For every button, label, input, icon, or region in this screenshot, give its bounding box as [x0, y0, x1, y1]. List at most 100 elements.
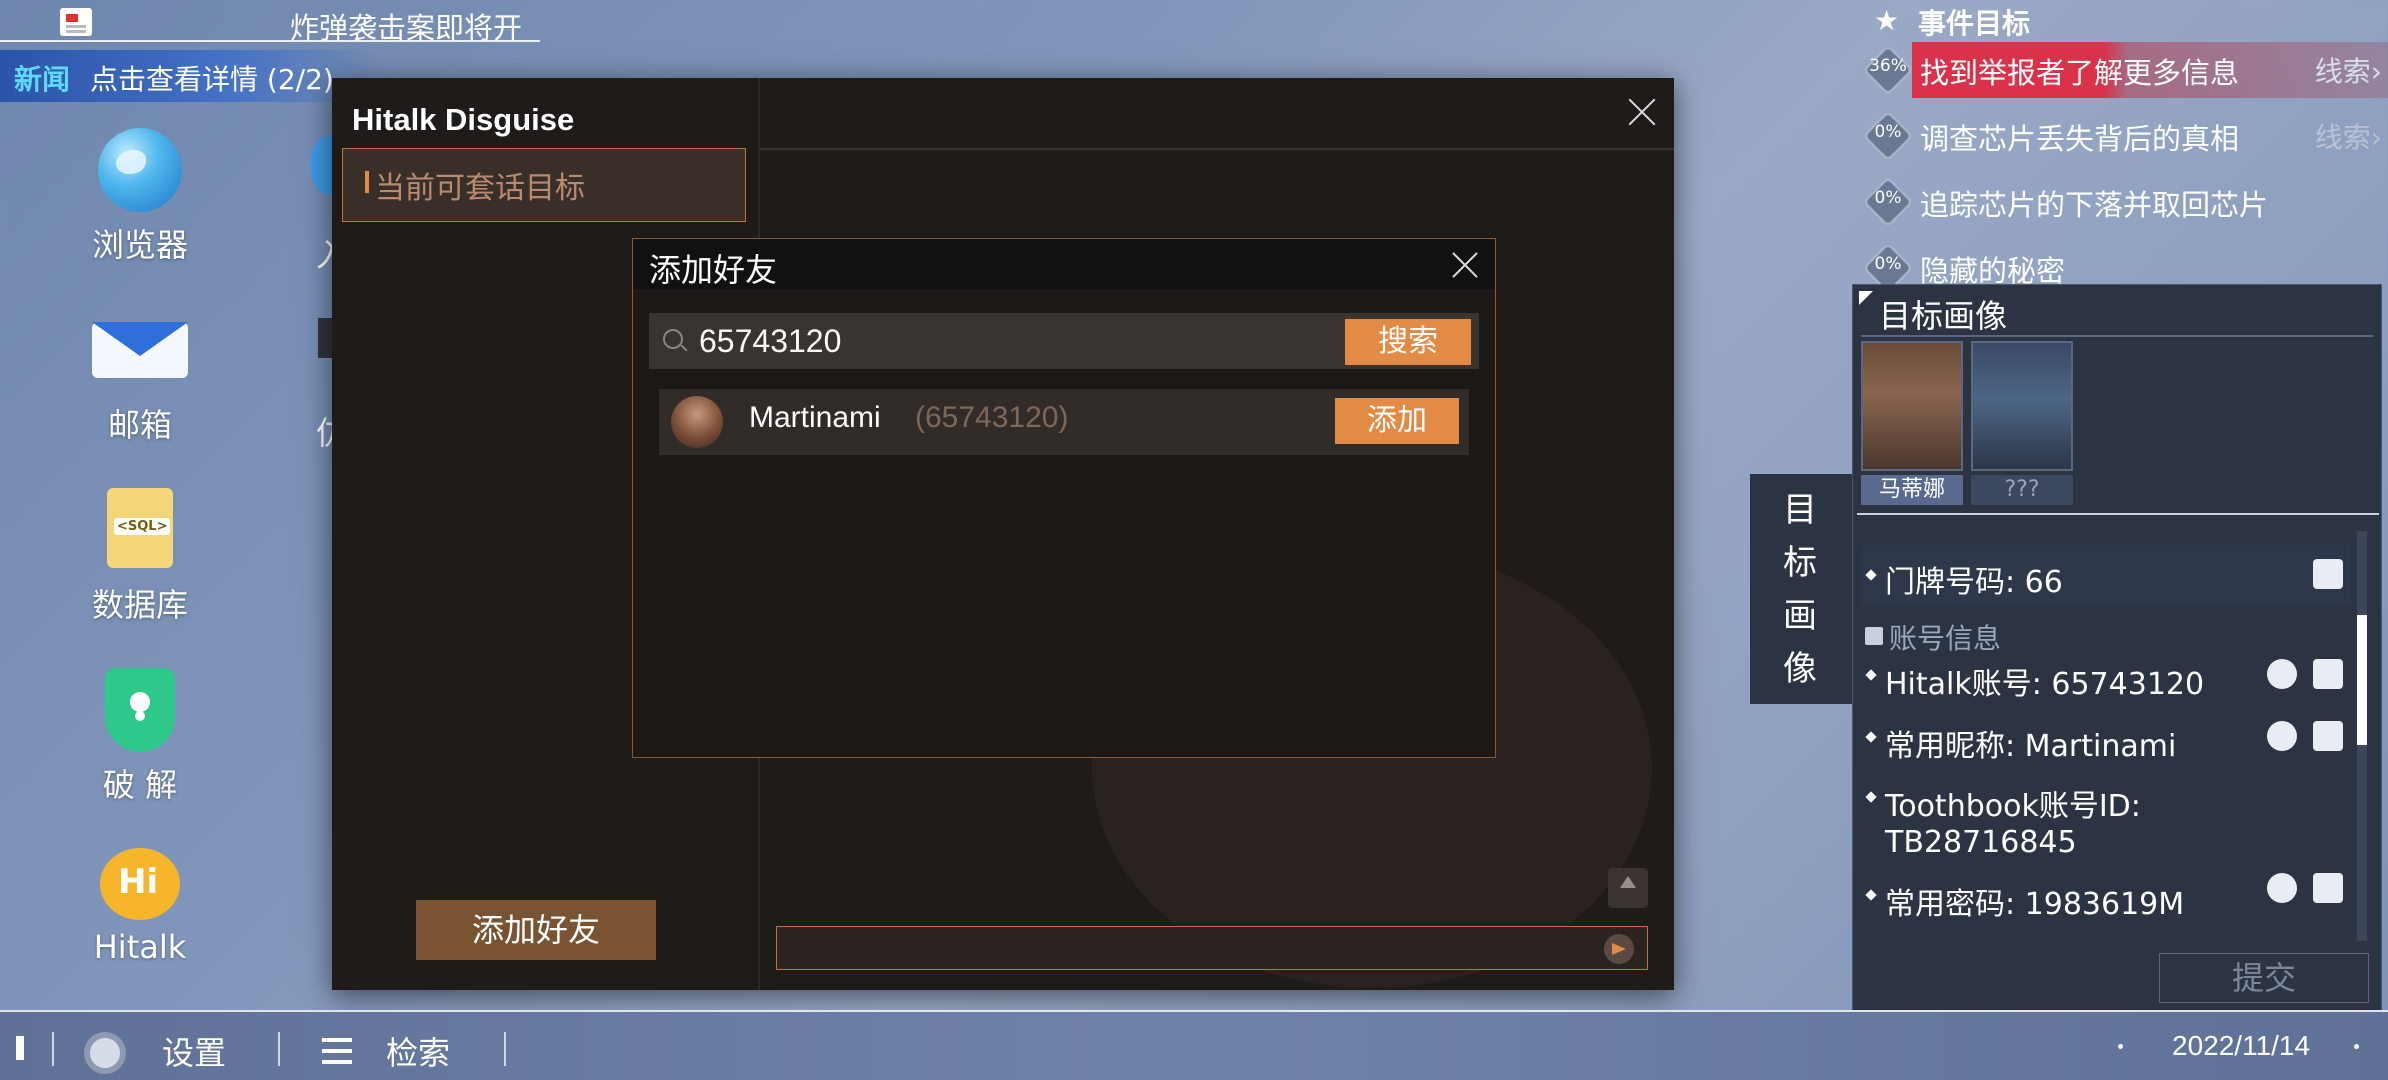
- info-text: TB28716845: [1885, 825, 2077, 860]
- section-title: 账号信息: [1889, 622, 2002, 655]
- search-result-row: Martinami (65743120) 添加: [659, 389, 1469, 455]
- taskbar: 设置 检索 2022/11/14: [0, 1010, 2388, 1080]
- corner-marker-icon: [1859, 291, 1873, 305]
- info-row-door: 门牌号码: 66: [1861, 545, 2351, 605]
- portrait-label: ???: [1971, 475, 2073, 505]
- divider: [1857, 513, 2379, 515]
- window-title: Hitalk Disguise: [352, 102, 575, 137]
- search-button[interactable]: 搜索: [1345, 319, 1471, 365]
- side-tab-label: 目标画像: [1783, 490, 1817, 689]
- desktop-icon-hitalk[interactable]: Hitalk: [60, 848, 220, 966]
- goal-item[interactable]: 36% 找到举报者了解更多信息 线索›: [1858, 40, 2388, 100]
- tab-label: 当前可套话目标: [375, 171, 585, 206]
- chat-icon[interactable]: [2267, 873, 2297, 903]
- shield-icon[interactable]: [2313, 721, 2343, 751]
- profile-side-tab[interactable]: 目标画像: [1750, 474, 1852, 704]
- shield-key-icon: [105, 668, 175, 752]
- goal-item[interactable]: 0% 隐藏的秘密: [1858, 238, 2388, 294]
- checkbox-icon: [1865, 627, 1883, 645]
- add-friend-button[interactable]: 添加好友: [416, 900, 656, 960]
- scrollbar-thumb[interactable]: [2357, 615, 2367, 745]
- scroll-top-icon[interactable]: [1608, 868, 1648, 908]
- clue-link[interactable]: 线索›: [2315, 50, 2382, 90]
- panel-title: 目标画像: [1879, 297, 2008, 335]
- close-icon[interactable]: [1620, 90, 1664, 134]
- tab-indicator: [365, 171, 369, 193]
- globe-icon[interactable]: [2267, 659, 2297, 689]
- search-icon: [663, 329, 683, 349]
- mail-icon: [92, 322, 188, 378]
- taskbar-settings[interactable]: 设置: [162, 1028, 226, 1074]
- goal-progress: 0%: [1874, 122, 1902, 142]
- add-contact-button[interactable]: 添加: [1335, 398, 1459, 444]
- start-indicator[interactable]: [16, 1036, 24, 1060]
- shield-icon[interactable]: [2313, 559, 2343, 589]
- document-icon[interactable]: [2313, 659, 2343, 689]
- info-row-password: 常用密码: 1983619M: [1861, 873, 2351, 935]
- goal-progress: 36%: [1869, 56, 1907, 76]
- goal-label: 找到举报者了解更多信息: [1920, 56, 2240, 90]
- news-app-icon[interactable]: [60, 8, 92, 36]
- info-row-toothbook: Toothbook账号ID: TB28716845: [1861, 781, 2351, 877]
- bullet-icon: [1865, 569, 1877, 581]
- info-text: 门牌号码: 66: [1885, 565, 2063, 600]
- globe-icon: [98, 128, 182, 212]
- divider: [52, 1032, 54, 1066]
- desktop-icon-browser[interactable]: 浏览器: [60, 128, 220, 266]
- portrait-unknown[interactable]: [1971, 341, 2073, 471]
- info-text: 常用密码: 1983619M: [1885, 887, 2185, 922]
- divider: [278, 1032, 280, 1066]
- search-input[interactable]: [699, 317, 1259, 365]
- goal-item[interactable]: 0% 追踪芯片的下落并取回芯片: [1858, 172, 2388, 232]
- clue-link[interactable]: 线索›: [2315, 116, 2382, 156]
- ticker-headline[interactable]: 炸弹袭击案即将开: [290, 5, 530, 47]
- info-section-header: 账号信息: [1861, 617, 2351, 657]
- send-icon[interactable]: [1604, 934, 1634, 964]
- dot-icon: [2354, 1044, 2359, 1049]
- news-details-link[interactable]: 点击查看详情 (2/2): [90, 58, 340, 98]
- mail-icon[interactable]: [2313, 873, 2343, 903]
- goals-title: 事件目标: [1918, 7, 2031, 40]
- info-text: 常用昵称: Martinami: [1885, 729, 2177, 764]
- dot-icon: [2118, 1044, 2123, 1049]
- taskbar-search[interactable]: 检索: [386, 1028, 450, 1074]
- dialog-header: 添加好友: [633, 239, 1495, 289]
- result-name: Martinami: [749, 401, 881, 434]
- hitalk-icon: [100, 848, 180, 920]
- divider: [760, 148, 1674, 150]
- globe-icon[interactable]: [2267, 721, 2297, 751]
- desktop-icon-label: 数据库: [91, 586, 188, 624]
- info-text: Toothbook账号ID:: [1885, 789, 2141, 824]
- portrait-martina[interactable]: [1861, 341, 1963, 471]
- bullet-icon: [1865, 731, 1877, 743]
- chat-input[interactable]: [776, 926, 1648, 970]
- goal-item[interactable]: 0% 调查芯片丢失背后的真相 线索›: [1858, 106, 2388, 166]
- dialog-title: 添加好友: [649, 251, 778, 289]
- news-tag: 新闻: [14, 63, 71, 96]
- list-search-icon[interactable]: [310, 1034, 354, 1068]
- submit-button[interactable]: 提交: [2159, 953, 2369, 1003]
- gear-icon[interactable]: [84, 1032, 126, 1074]
- desktop-icon-crack[interactable]: 破 解: [60, 668, 220, 806]
- target-profile-panel: 目标画像 马蒂娜 ??? 门牌号码: 66 账号信息 Hitalk账号: 657…: [1852, 284, 2382, 1014]
- divider: [504, 1032, 506, 1066]
- info-row-nickname: 常用昵称: Martinami: [1861, 721, 2351, 781]
- bullet-icon: [1865, 791, 1877, 803]
- close-icon[interactable]: [1445, 245, 1485, 285]
- tab-current-targets[interactable]: 当前可套话目标: [342, 148, 746, 222]
- goal-progress: 0%: [1874, 188, 1902, 208]
- info-row-hitalk: Hitalk账号: 65743120: [1861, 659, 2351, 719]
- desktop-icon-mail[interactable]: 邮箱: [60, 308, 220, 446]
- bullet-icon: [1865, 889, 1877, 901]
- desktop-icon-label: 破 解: [102, 766, 178, 804]
- search-bar: 搜索: [649, 313, 1479, 369]
- star-icon: ★: [1874, 4, 1900, 37]
- desktop-icon-label: 浏览器: [91, 226, 188, 264]
- avatar: [671, 396, 723, 448]
- date-display: 2022/11/14: [2172, 1030, 2311, 1061]
- divider: [1861, 335, 2373, 337]
- info-text: Hitalk账号: 65743120: [1885, 667, 2205, 702]
- goal-label: 追踪芯片的下落并取回芯片: [1920, 188, 2269, 222]
- desktop-icon-label: Hitalk: [93, 928, 187, 966]
- desktop-icon-database[interactable]: 数据库: [60, 488, 220, 626]
